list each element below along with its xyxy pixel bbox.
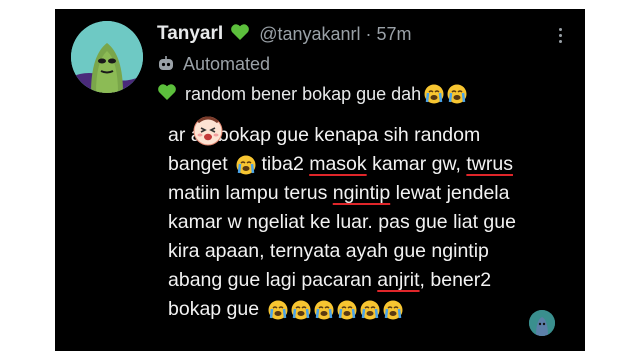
green-heart-icon (157, 83, 177, 106)
crying-face-icon (268, 300, 288, 320)
tweet-header: TanyarI @tanyakanrl · 57m (157, 22, 412, 46)
body-line: abang gue lagi pacaran anjrit, bener2 (168, 269, 492, 291)
crying-face-icon (314, 300, 334, 320)
author-name[interactable]: TanyarI (157, 23, 223, 45)
body-line: bokap gue (168, 295, 573, 324)
sticker-face-icon (192, 114, 224, 146)
underlined-word: ngintip (332, 182, 391, 204)
robot-icon (159, 56, 173, 70)
underlined-word: twrus (466, 153, 513, 175)
crying-face-icon (383, 300, 403, 320)
underlined-word: masok (309, 153, 367, 175)
crying-face-icon (236, 155, 256, 175)
body-line: ar ah bokap gue kenapa sih random (168, 124, 481, 146)
underlined-word: anjrit (377, 269, 420, 291)
author-handle[interactable]: @tanyakanrl (259, 24, 360, 45)
green-heart-icon (230, 23, 250, 46)
crying-face-icon (447, 84, 467, 104)
tweet-timestamp[interactable]: 57m (377, 24, 412, 45)
tweet-body: ar ah bokap gue kenapa sih random banget… (168, 121, 573, 324)
more-options-icon[interactable] (549, 25, 571, 47)
automated-label: Automated (183, 53, 271, 74)
body-line: banget tiba2 masok kamar gw, twrus (168, 153, 513, 175)
automated-badge: Automated (157, 53, 270, 75)
body-line: kira apaan, ternyata ayah gue ngintip (168, 240, 489, 262)
crying-face-icon (424, 84, 444, 104)
body-line: kamar w ngeliat ke luar. pas gue liat gu… (168, 211, 516, 233)
body-line: matiin lampu terus ngintip lewat jendela (168, 182, 510, 204)
crying-face-icon (291, 300, 311, 320)
headline-text: random bener bokap gue dah (185, 83, 422, 104)
tweet-card[interactable]: TanyarI @tanyakanrl · 57m Automated rand… (55, 9, 585, 351)
author-avatar[interactable] (71, 21, 143, 93)
reply-avatar[interactable] (529, 310, 555, 336)
crying-face-icon (337, 300, 357, 320)
separator-dot: · (365, 23, 372, 44)
crying-face-icon (360, 300, 380, 320)
tweet-headline: random bener bokap gue dah (157, 81, 467, 107)
